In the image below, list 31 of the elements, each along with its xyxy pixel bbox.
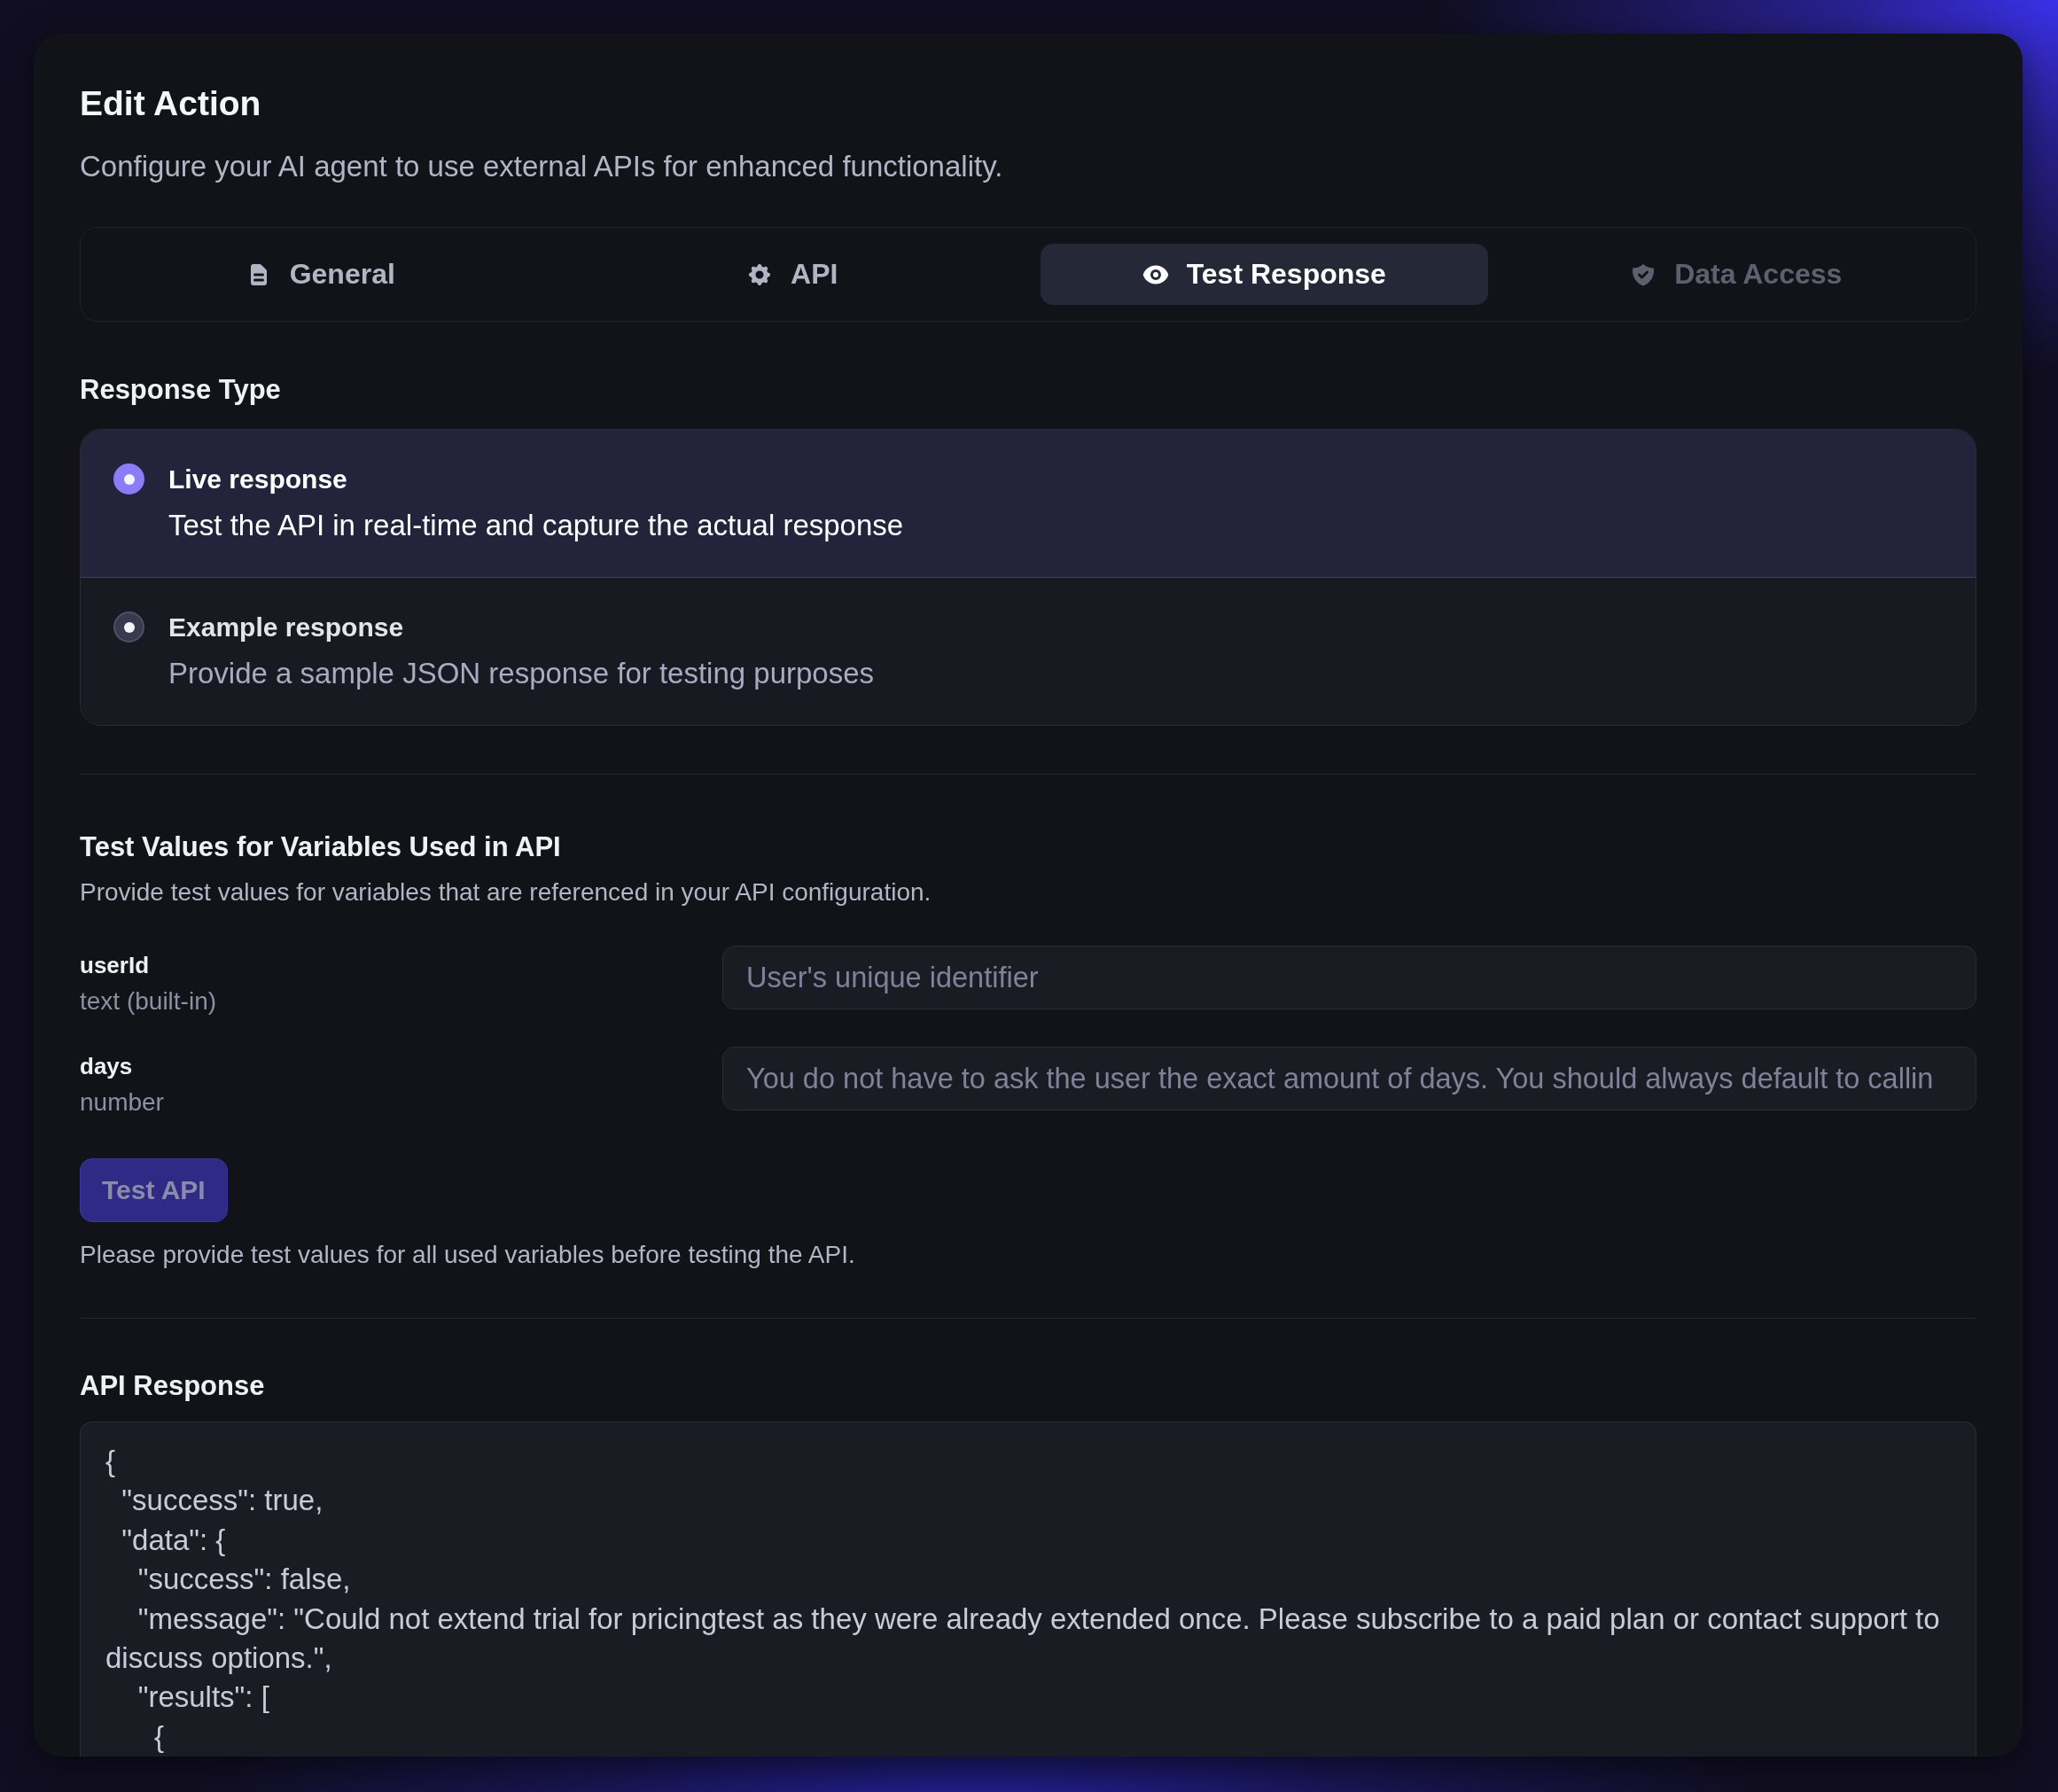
option-description: Provide a sample JSON response for testing purposes: [168, 656, 875, 691]
variable-name: userId: [80, 951, 151, 980]
response-option[interactable]: Live response Test the API in real-time and capture the actual response: [81, 430, 1976, 578]
radio-button[interactable]: [113, 612, 144, 643]
tab[interactable]: General: [97, 244, 544, 305]
section-label: Response Type: [80, 373, 282, 407]
option-title: Example response: [168, 612, 405, 643]
code-line: "data": {: [121, 1522, 227, 1558]
hint-text: Please provide test values for all used variables before testing the API.: [80, 1240, 856, 1270]
response-option[interactable]: Example response Provide a sample JSON response for testing purposes: [81, 578, 1976, 725]
code-line: {: [153, 1718, 166, 1755]
section-title: Test Values for Variables Used in API: [80, 830, 562, 864]
code-line: {: [105, 1444, 117, 1479]
tab[interactable]: Test Response: [1041, 244, 1488, 305]
dialog-title: Edit Action: [80, 83, 262, 124]
variable-type: text (built-in): [80, 986, 218, 1017]
dialog-subtitle: Configure your AI agent to use external APIs for enhanced functionality.: [80, 149, 1004, 184]
code-line: "success": true,: [121, 1483, 324, 1519]
variable-name: days: [80, 1052, 134, 1081]
section-title: API Response: [80, 1369, 266, 1403]
section-description: Provide test values for variables that are referenced in your API configuration.: [80, 877, 932, 908]
code-line: "results": [: [136, 1679, 270, 1716]
option-description: Test the API in real-time and capture the actual response: [168, 508, 904, 543]
code-line: "success": false,: [136, 1562, 352, 1598]
variable-type: number: [80, 1087, 165, 1118]
code-line: "message": "Could not extend trial for pricingtest as they were already extended once. Please subscribe to a paid plan or contact support to discuss options.",: [105, 1601, 1941, 1677]
input-field[interactable]: You do not have to ask the user the exact amount of days. You should always default to callin: [722, 1047, 1976, 1110]
tab[interactable]: API: [568, 244, 1016, 305]
option-title: Live response: [168, 464, 348, 495]
radio-button[interactable]: [113, 464, 144, 495]
input-field[interactable]: User's unique identifier: [722, 946, 1976, 1009]
